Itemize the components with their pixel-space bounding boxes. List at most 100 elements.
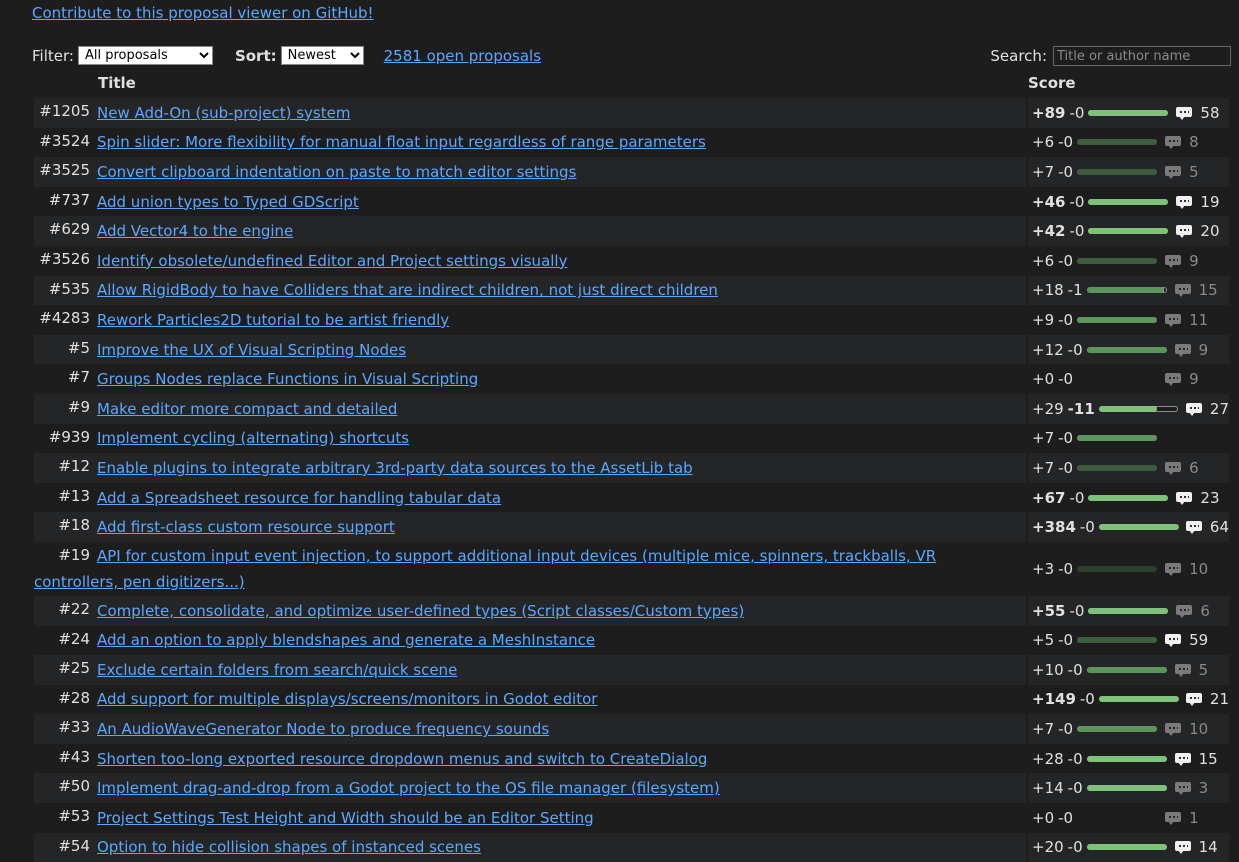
comments-indicator[interactable]: 9 — [1174, 341, 1208, 359]
proposal-number: #25 — [58, 659, 90, 678]
table-row: #53 Project Settings Test Height and Widt… — [34, 803, 1229, 833]
comments-indicator[interactable]: 59 — [1165, 631, 1208, 649]
proposal-title-link[interactable]: Shorten too-long exported resource dropd… — [97, 750, 707, 768]
comments-indicator[interactable]: 27 — [1185, 400, 1229, 418]
comments-indicator[interactable]: 11 — [1165, 311, 1208, 329]
proposal-number: #3524 — [39, 131, 90, 150]
score-cell: +14 -0 3 — [1026, 773, 1229, 804]
downvote-count: -0 — [1069, 222, 1085, 241]
comments-indicator[interactable]: 10 — [1165, 560, 1208, 578]
column-score-header[interactable]: Score — [1028, 74, 1076, 92]
table-row: #25 Exclude certain folders from search/q… — [34, 655, 1229, 685]
comments-indicator[interactable]: 9 — [1165, 370, 1199, 388]
proposal-title-link[interactable]: Identify obsolete/undefined Editor and P… — [97, 252, 567, 270]
comment-count: 20 — [1200, 222, 1220, 241]
proposal-title-link[interactable]: Implement cycling (alternating) shortcut… — [97, 429, 409, 447]
comments-indicator[interactable]: 9 — [1165, 252, 1199, 270]
score-bar — [1077, 464, 1158, 471]
proposal-title-link[interactable]: Allow RigidBody to have Colliders that a… — [97, 281, 718, 299]
proposal-title-link[interactable]: Add a Spreadsheet resource for handling … — [97, 489, 501, 507]
table-row: #535 Allow RigidBody to have Colliders th… — [34, 275, 1229, 306]
proposal-title-link[interactable]: Add union types to Typed GDScript — [97, 193, 359, 211]
upvote-count: +12 — [1032, 340, 1064, 359]
comments-indicator[interactable]: 15 — [1174, 281, 1218, 299]
proposal-title-link[interactable]: Add support for multiple displays/screen… — [97, 690, 597, 708]
score-bar — [1088, 109, 1169, 116]
score-bar — [1088, 228, 1169, 235]
proposal-title-link[interactable]: API for custom input event injection, to… — [34, 547, 936, 591]
comments-indicator[interactable]: 6 — [1165, 459, 1199, 477]
proposal-title-link[interactable]: Add Vector4 to the engine — [97, 222, 293, 240]
comments-indicator[interactable]: 3 — [1174, 779, 1208, 797]
score-bar-negative — [1155, 405, 1178, 412]
downvote-count: -0 — [1058, 458, 1074, 477]
upvote-count: +14 — [1032, 779, 1064, 798]
comment-icon — [1174, 752, 1191, 766]
score-bar — [1086, 785, 1167, 792]
open-proposals-link[interactable]: 2581 open proposals — [384, 47, 541, 65]
sort-label: Sort: — [234, 46, 277, 65]
proposal-title-link[interactable]: Groups Nodes replace Functions in Visual… — [97, 370, 478, 388]
proposal-title-link[interactable]: Make editor more compact and detailed — [97, 400, 397, 418]
comments-indicator[interactable]: 5 — [1165, 163, 1199, 181]
search-input[interactable] — [1053, 46, 1231, 66]
filter-select[interactable]: All proposals — [77, 46, 213, 65]
table-header: Title Score — [34, 72, 1229, 98]
comments-indicator[interactable]: 23 — [1176, 489, 1220, 507]
proposal-title-link[interactable]: Enable plugins to integrate arbitrary 3r… — [97, 459, 693, 477]
comments-indicator[interactable]: 21 — [1185, 690, 1229, 709]
proposal-title-cell: Convert clipboard indentation on paste t… — [34, 159, 959, 185]
comments-indicator[interactable]: 19 — [1176, 193, 1220, 211]
proposal-title-link[interactable]: Project Settings Test Height and Width s… — [97, 809, 594, 827]
comments-indicator[interactable]: 64 — [1185, 518, 1229, 537]
comment-icon — [1165, 634, 1182, 648]
sort-select[interactable]: Newest — [280, 46, 364, 65]
proposal-title-link[interactable]: Add first-class custom resource support — [97, 518, 395, 536]
comments-indicator[interactable]: 58 — [1176, 104, 1220, 122]
proposal-title-link[interactable]: Exclude certain folders from search/quic… — [97, 661, 457, 679]
comments-indicator[interactable]: 8 — [1165, 133, 1199, 151]
table-row: #9 Make editor more compact and detailed +… — [34, 393, 1229, 424]
proposal-title-cell: Implement drag-and-drop from a Godot pro… — [34, 775, 959, 801]
upvote-count: +7 — [1032, 458, 1055, 477]
comments-indicator[interactable]: 15 — [1174, 750, 1218, 768]
github-link[interactable]: Contribute to this proposal viewer on Gi… — [32, 4, 374, 22]
proposal-title-link[interactable]: Rework Particles2D tutorial to be artist… — [97, 311, 449, 329]
comment-count: 10 — [1189, 720, 1209, 739]
score-bar — [1077, 257, 1158, 264]
comments-indicator[interactable]: 5 — [1174, 661, 1208, 679]
proposal-number: #9 — [67, 397, 90, 416]
upvote-count: +55 — [1032, 601, 1066, 620]
score-cell: +6 -0 8 — [1026, 127, 1229, 158]
score-cell: +12 -0 9 — [1026, 334, 1229, 365]
column-title-header[interactable]: Title — [98, 74, 136, 92]
comment-count: 21 — [1209, 690, 1229, 709]
score-cell: +384 -0 64 — [1026, 512, 1229, 542]
score-bar-fill — [1077, 464, 1158, 471]
table-row: #1205 New Add-On (sub-project) system +89-… — [34, 98, 1229, 128]
comments-indicator[interactable]: 10 — [1165, 720, 1208, 738]
proposal-title-link[interactable]: Improve the UX of Visual Scripting Nodes — [97, 341, 406, 359]
comments-indicator[interactable]: 1 — [1165, 809, 1199, 827]
proposal-title-link[interactable]: Spin slider: More flexibility for manual… — [97, 133, 706, 151]
proposal-title-link[interactable]: Complete, consolidate, and optimize user… — [97, 602, 744, 620]
proposal-title-cell: Groups Nodes replace Functions in Visual… — [34, 366, 959, 392]
proposal-title-link[interactable]: An AudioWaveGenerator Node to produce fr… — [97, 720, 549, 738]
score-cell: +89 -0 58 — [1026, 98, 1229, 128]
proposal-title-link[interactable]: Implement drag-and-drop from a Godot pro… — [97, 779, 720, 797]
proposal-title-link[interactable]: Convert clipboard indentation on paste t… — [97, 163, 576, 181]
comments-indicator[interactable]: 6 — [1176, 602, 1210, 620]
proposal-title-cell: Allow RigidBody to have Colliders that a… — [34, 277, 959, 303]
score-cell: +6 -0 9 — [1026, 245, 1229, 276]
comment-count: 8 — [1189, 133, 1199, 152]
upvote-count: +7 — [1032, 162, 1055, 181]
proposal-title-cell: Exclude certain folders from search/quic… — [34, 657, 959, 683]
proposal-title-link[interactable]: Add an option to apply blendshapes and g… — [97, 631, 595, 649]
proposal-title-link[interactable]: New Add-On (sub-project) system — [97, 104, 350, 122]
score-bar-fill — [1086, 287, 1163, 294]
proposal-number: #28 — [58, 688, 90, 707]
upvote-count: +7 — [1032, 429, 1055, 448]
comments-indicator[interactable]: 20 — [1176, 222, 1220, 241]
comment-count: 5 — [1189, 162, 1199, 181]
comment-count: 64 — [1209, 518, 1229, 537]
